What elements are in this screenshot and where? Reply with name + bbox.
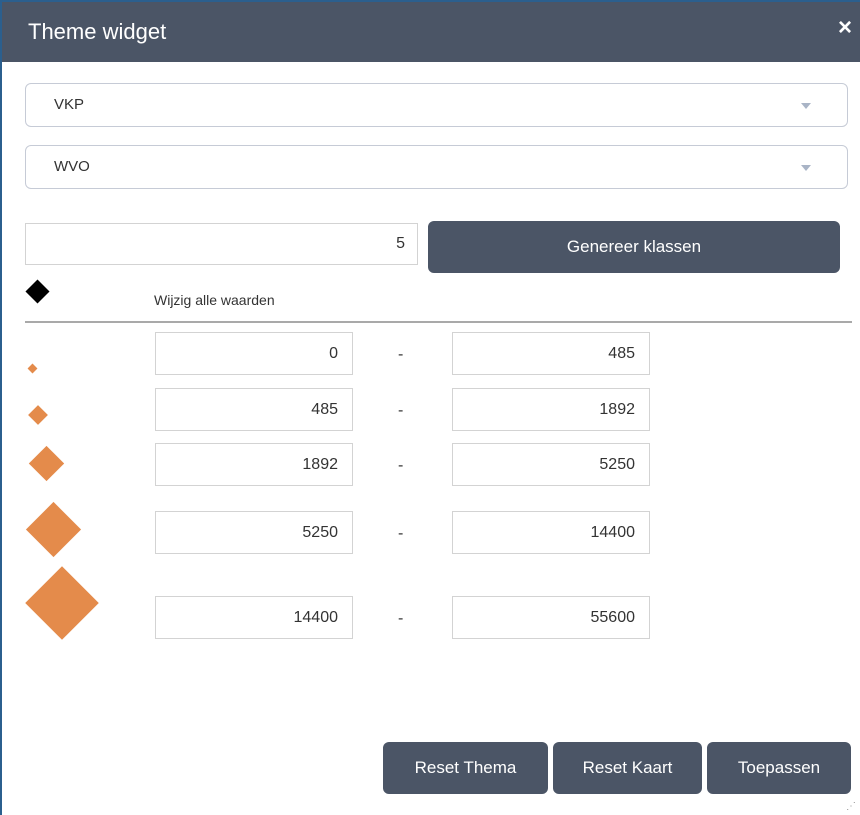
range-separator: -	[398, 525, 404, 542]
range-separator: -	[398, 610, 404, 627]
field-select-value: WVO	[54, 158, 90, 175]
close-icon[interactable]: ×	[838, 16, 852, 40]
class-to-input[interactable]: 5250	[452, 443, 650, 486]
resize-grip-icon[interactable]: ⋰	[846, 801, 856, 812]
class-to-input[interactable]: 485	[452, 332, 650, 375]
header-diamond-icon	[25, 279, 50, 304]
class-symbol-diamond-icon	[28, 445, 65, 482]
class-symbol-diamond-icon	[28, 405, 48, 425]
chevron-down-icon	[801, 103, 811, 109]
range-separator: -	[398, 346, 404, 363]
class-from-input[interactable]: 5250	[155, 511, 353, 554]
range-separator: -	[398, 457, 404, 474]
divider	[25, 321, 852, 323]
class-symbol-diamond-icon	[25, 566, 99, 640]
theme-widget-panel: Theme widget × VKP WVO 5 Genereer klasse…	[0, 0, 860, 815]
class-symbol-diamond-icon	[25, 501, 82, 558]
edit-all-values-link[interactable]: Wijzig alle waarden	[154, 292, 275, 308]
class-to-input[interactable]: 55600	[452, 596, 650, 639]
class-from-input[interactable]: 0	[155, 332, 353, 375]
class-from-input[interactable]: 485	[155, 388, 353, 431]
window-title: Theme widget	[28, 19, 167, 44]
reset-theme-button[interactable]: Reset Thema	[383, 742, 548, 794]
chevron-down-icon	[801, 165, 811, 171]
apply-button[interactable]: Toepassen	[707, 742, 851, 794]
field-select[interactable]: WVO	[25, 145, 848, 189]
class-count-input[interactable]: 5	[25, 223, 418, 265]
title-bar: Theme widget ×	[2, 2, 860, 62]
class-from-input[interactable]: 14400	[155, 596, 353, 639]
class-to-input[interactable]: 14400	[452, 511, 650, 554]
class-symbol-diamond-icon	[27, 363, 38, 374]
range-separator: -	[398, 402, 404, 419]
reset-map-button[interactable]: Reset Kaart	[553, 742, 702, 794]
layer-select-value: VKP	[54, 96, 85, 113]
generate-classes-button[interactable]: Genereer klassen	[428, 221, 840, 273]
class-to-input[interactable]: 1892	[452, 388, 650, 431]
class-from-input[interactable]: 1892	[155, 443, 353, 486]
layer-select[interactable]: VKP	[25, 83, 848, 127]
